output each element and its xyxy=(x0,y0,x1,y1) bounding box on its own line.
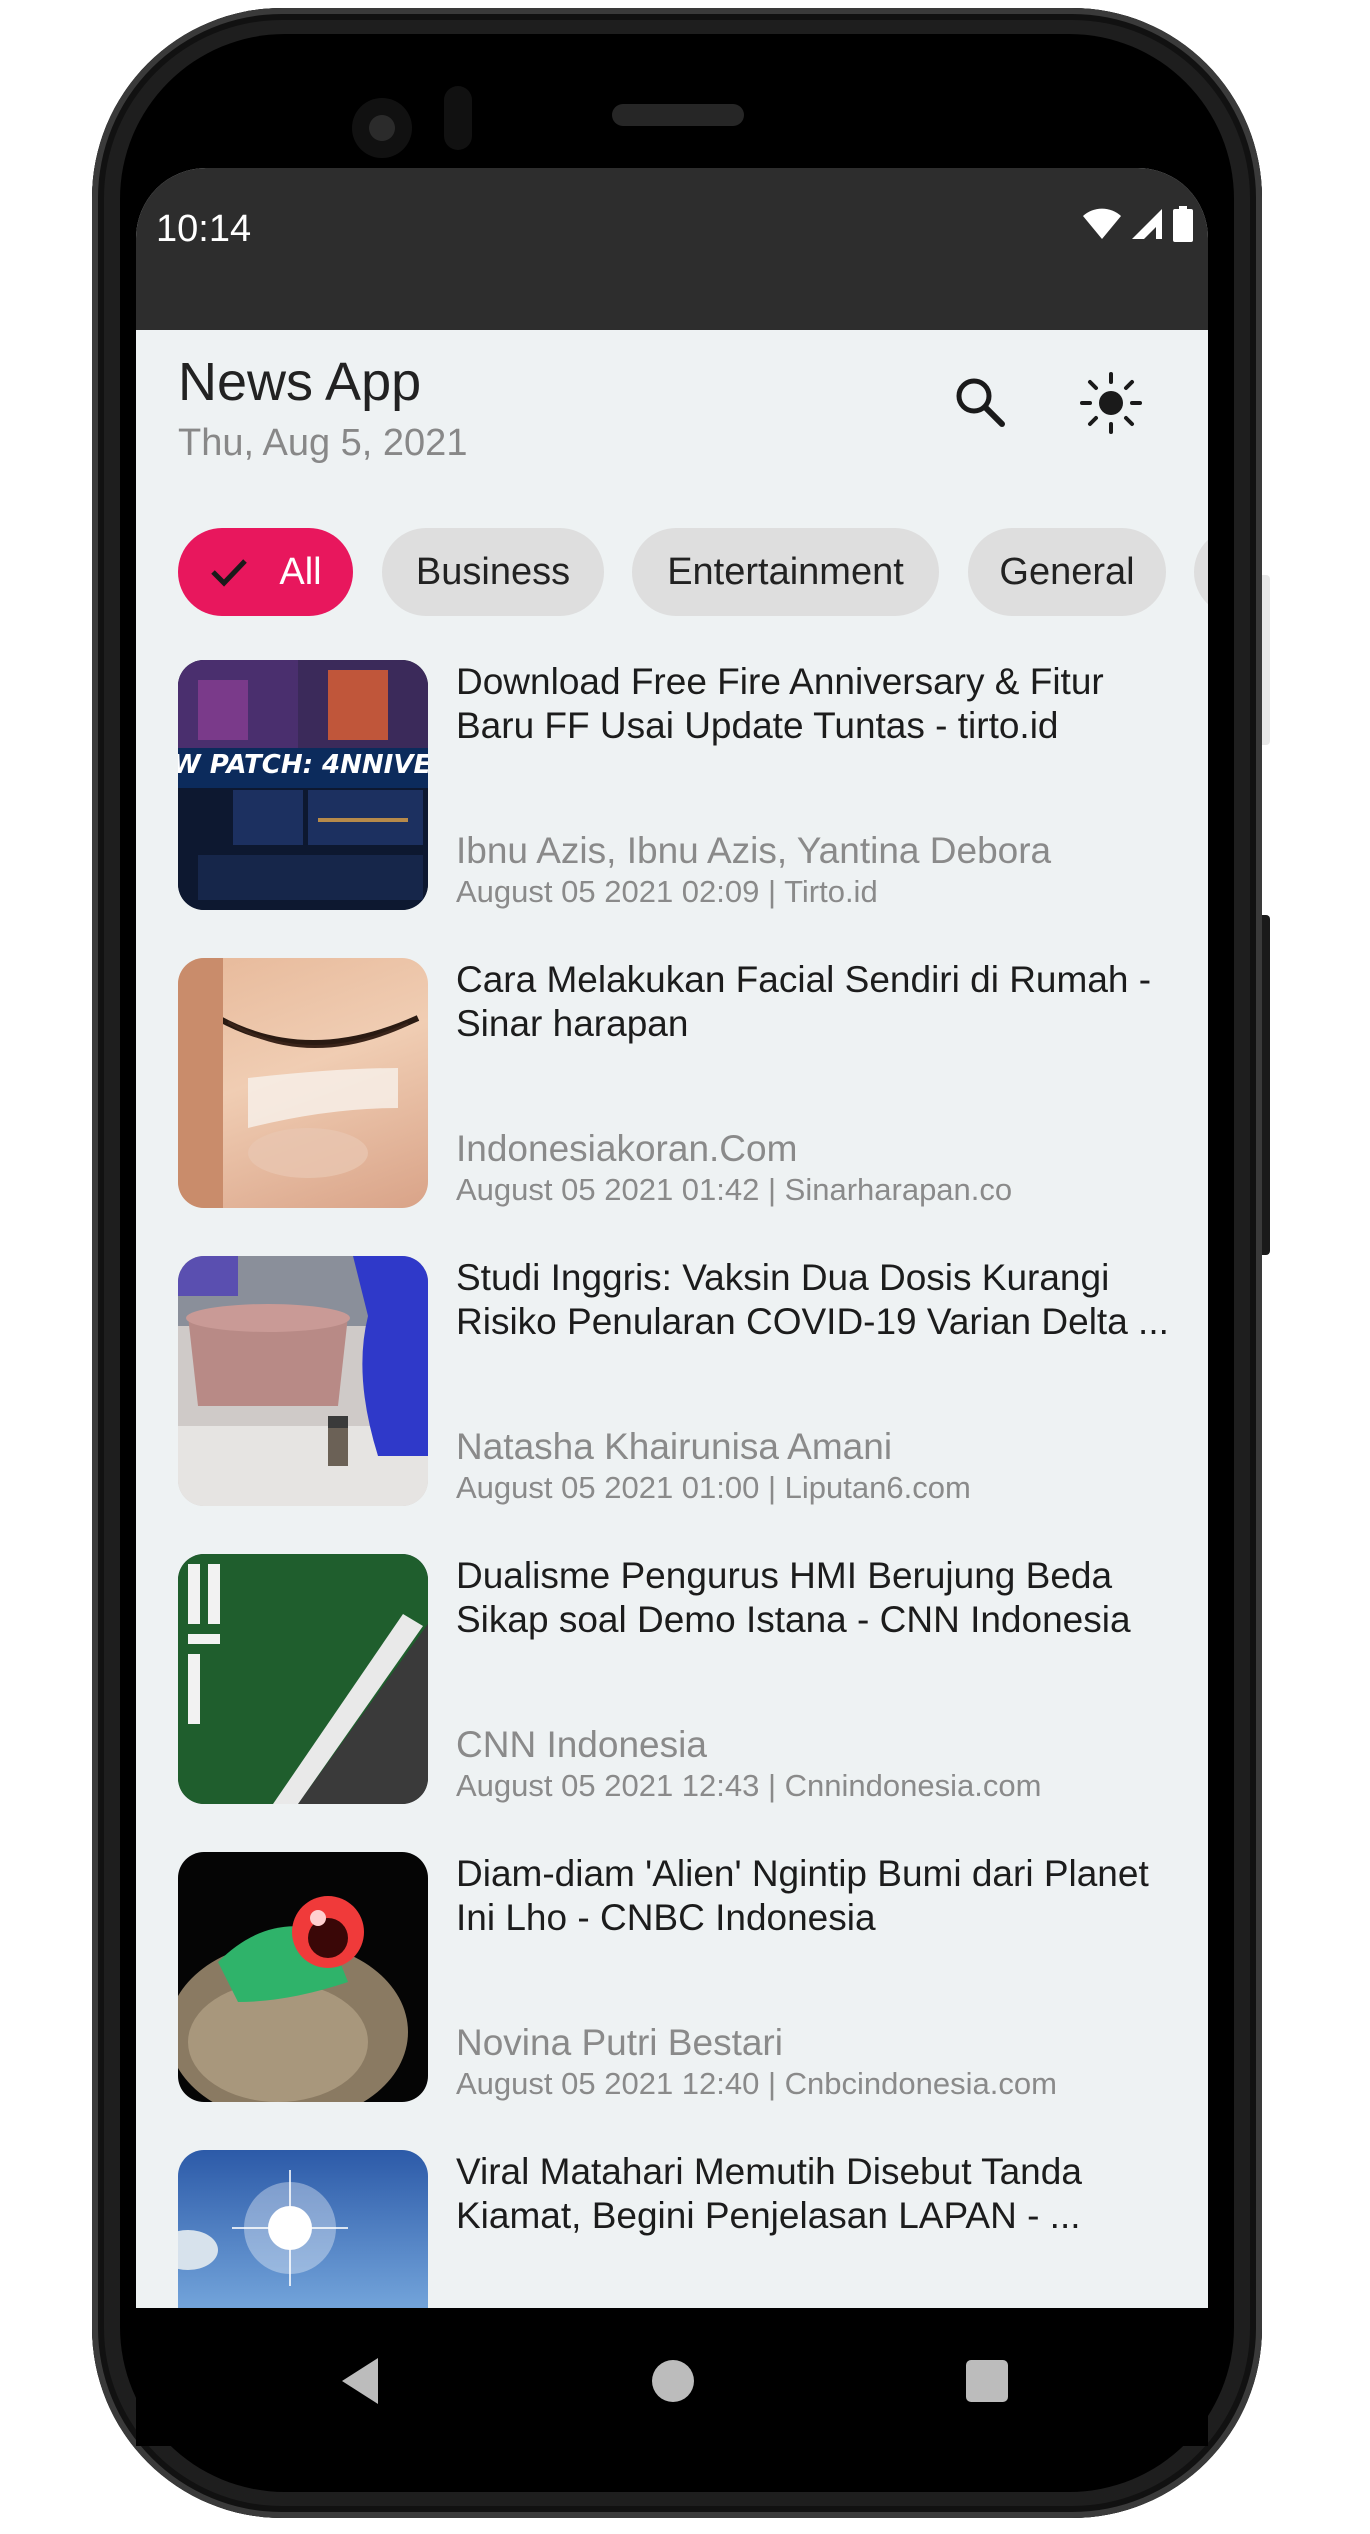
news-thumbnail xyxy=(178,1554,428,1804)
chip-general[interactable]: General xyxy=(968,528,1166,616)
chip-label: Business xyxy=(415,550,571,593)
search-icon[interactable] xyxy=(946,368,1016,438)
news-meta: August 05 2021 12:40 | Cnbcindonesia.com xyxy=(456,2066,1057,2101)
thumbnail-caption: W PATCH: 4NNIVERSA xyxy=(178,750,428,780)
chip-all[interactable]: All xyxy=(178,528,353,616)
chip-label: All xyxy=(279,550,322,593)
earpiece-speaker xyxy=(612,104,744,126)
news-author: CNN Indonesia xyxy=(456,1724,707,1765)
news-title: Download Free Fire Anniversary & Fitur B… xyxy=(456,661,1104,746)
news-thumbnail: W PATCH: 4NNIVERSA xyxy=(178,660,428,910)
news-title: Diam-diam 'Alien' Ngintip Bumi dari Plan… xyxy=(456,1853,1149,1938)
check-icon xyxy=(211,559,248,587)
sun-icon[interactable] xyxy=(1076,368,1146,438)
page-title: News App xyxy=(178,352,422,412)
back-icon[interactable] xyxy=(336,2354,386,2408)
news-thumbnail xyxy=(178,1852,428,2102)
news-meta: August 05 2021 01:00 | Liputan6.com xyxy=(456,1470,971,1505)
news-meta: August 05 2021 02:09 | Tirto.id xyxy=(456,874,878,909)
proximity-sensor xyxy=(444,86,472,150)
news-title: Viral Matahari Memutih Disebut Tanda Kia… xyxy=(456,2151,1082,2236)
status-bar: 10:14 xyxy=(136,168,1208,330)
chip-label: General xyxy=(999,550,1135,593)
battery-icon xyxy=(1173,206,1193,242)
wifi-icon xyxy=(1083,208,1121,239)
news-meta: August 05 2021 12:43 | Cnnindonesia.com xyxy=(456,1768,1042,1803)
signal-icon xyxy=(1132,209,1162,239)
status-time: 10:14 xyxy=(156,208,252,250)
chip-more[interactable] xyxy=(1194,528,1208,616)
system-navigation-bar xyxy=(136,2308,1208,2446)
home-icon[interactable] xyxy=(652,2360,694,2402)
app-screen: 10:14 News App Thu, Aug 5, 2021 All Busi… xyxy=(136,168,1208,2308)
news-item[interactable]: Viral Matahari Memutih Disebut Tanda Kia… xyxy=(178,2150,1178,2308)
news-author: Natasha Khairunisa Amani xyxy=(456,1426,893,1467)
news-item[interactable]: Studi Inggris: Vaksin Dua Dosis Kurangi … xyxy=(178,1256,1178,1506)
front-camera xyxy=(352,98,412,158)
news-thumbnail xyxy=(178,958,428,1208)
news-title: Dualisme Pengurus HMI Berujung Beda Sika… xyxy=(456,1555,1131,1640)
chip-entertainment[interactable]: Entertainment xyxy=(632,528,939,616)
news-thumbnail xyxy=(178,1256,428,1506)
news-title: Studi Inggris: Vaksin Dua Dosis Kurangi … xyxy=(456,1257,1169,1342)
news-item[interactable]: W PATCH: 4NNIVERSA Download Free Fire An… xyxy=(178,660,1178,910)
chip-business[interactable]: Business xyxy=(382,528,604,616)
chip-label: Entertainment xyxy=(667,550,904,593)
news-thumbnail xyxy=(178,2150,428,2308)
news-author: Ibnu Azis, Ibnu Azis, Yantina Debora xyxy=(456,830,1052,871)
news-title: Cara Melakukan Facial Sendiri di Rumah -… xyxy=(456,959,1152,1044)
news-item[interactable]: Dualisme Pengurus HMI Berujung Beda Sika… xyxy=(178,1554,1178,1804)
news-author: Indonesiakoran.Com xyxy=(456,1128,798,1169)
news-item[interactable]: Diam-diam 'Alien' Ngintip Bumi dari Plan… xyxy=(178,1852,1178,2102)
news-meta: August 05 2021 01:42 | Sinarharapan.co xyxy=(456,1172,1013,1207)
page-date: Thu, Aug 5, 2021 xyxy=(178,422,468,464)
news-author: Novina Putri Bestari xyxy=(456,2022,783,2063)
status-icons xyxy=(1082,206,1194,242)
recents-icon[interactable] xyxy=(966,2360,1008,2402)
news-item[interactable]: Cara Melakukan Facial Sendiri di Rumah -… xyxy=(178,958,1178,1208)
